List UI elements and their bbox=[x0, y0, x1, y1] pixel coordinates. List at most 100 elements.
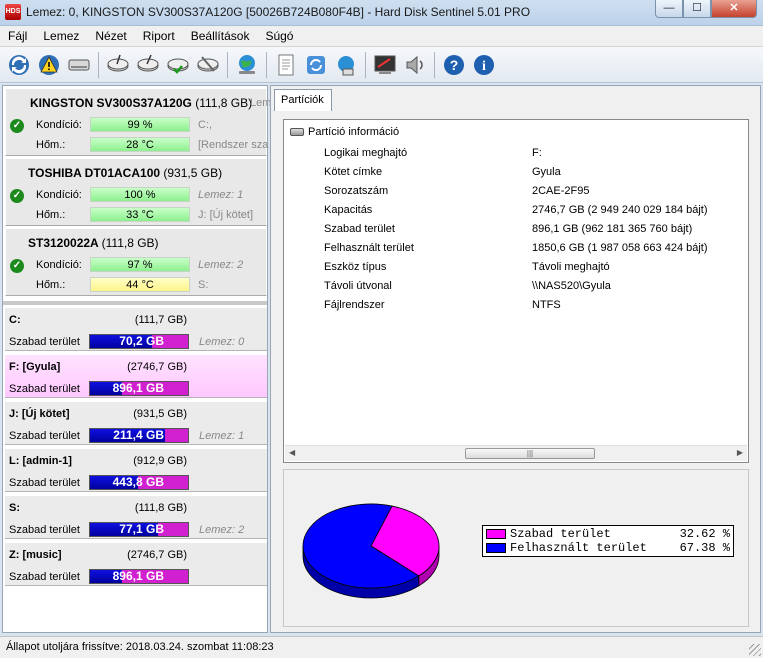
info-row: Távoli útvonal \\NAS520\Gyula bbox=[324, 277, 708, 296]
disk-tool-icon bbox=[197, 55, 219, 72]
svg-text:i: i bbox=[482, 59, 486, 74]
status-bar: Állapot utoljára frissítve: 2018.03.24. … bbox=[0, 636, 763, 658]
window-title: Lemez: 0, KINGSTON SV300S37A120G [50026B… bbox=[26, 5, 531, 19]
disk-card-1[interactable]: TOSHIBA DT01ACA100 (931,5 GB) ✓ Kondíció… bbox=[5, 158, 267, 226]
sync-button[interactable] bbox=[301, 50, 331, 80]
temp-bar: 44 °C bbox=[90, 277, 190, 292]
terminal-button[interactable] bbox=[370, 50, 400, 80]
horizontal-scrollbar[interactable]: ◀ ||| ▶ bbox=[285, 445, 747, 461]
partition-disk: Lemez: 1 bbox=[199, 430, 245, 442]
drive-icon bbox=[290, 128, 304, 136]
network-button[interactable] bbox=[331, 50, 361, 80]
terminal-icon bbox=[374, 55, 396, 74]
partition-name: L: [admin-1] bbox=[9, 455, 72, 467]
details-panel: Partíciók Partíció információ Logikai me… bbox=[270, 85, 761, 633]
menu-file[interactable]: Fájl bbox=[0, 29, 35, 43]
disk-card-2[interactable]: ST3120022A (111,8 GB) ✓ Kondíció: 97 % L… bbox=[5, 228, 267, 296]
partition-card-c[interactable]: C: (111,7 GB) Szabad terület 70,2 GB Lem… bbox=[5, 307, 267, 351]
temp-bar: 33 °C bbox=[90, 207, 190, 222]
legend-item: Felhasznált terület 67.38 % bbox=[486, 541, 730, 555]
status-text: Állapot utoljára frissítve: 2018.03.24. … bbox=[6, 641, 274, 653]
menu-report[interactable]: Riport bbox=[135, 29, 183, 43]
disk-name: KINGSTON SV300S37A120G bbox=[30, 96, 192, 110]
disk-size: (111,8 GB) bbox=[101, 236, 159, 250]
info-value: Távoli meghajtó bbox=[532, 261, 610, 273]
scroll-left-icon[interactable]: ◀ bbox=[289, 448, 295, 457]
disk-size: (931,5 GB) bbox=[163, 166, 223, 180]
health-bar: 100 % bbox=[90, 187, 190, 202]
free-space-bar: 211,4 GB bbox=[89, 428, 189, 443]
close-button[interactable]: ✕ bbox=[711, 0, 757, 18]
info-value: \\NAS520\Gyula bbox=[532, 280, 611, 292]
menu-settings[interactable]: Beállítások bbox=[183, 29, 258, 43]
disk-card-0[interactable]: KINGSTON SV300S37A120G (111,8 GB) Lem ✓ … bbox=[5, 88, 271, 156]
info-row: Kötet címke Gyula bbox=[324, 163, 708, 182]
free-space-bar: 70,2 GB bbox=[89, 334, 189, 349]
info-value: 1850,6 GB (1 987 058 663 424 bájt) bbox=[532, 242, 708, 254]
maximize-button[interactable]: ☐ bbox=[683, 0, 711, 18]
disk-list-panel: KINGSTON SV300S37A120G (111,8 GB) Lem ✓ … bbox=[2, 85, 271, 633]
scroll-right-icon[interactable]: ▶ bbox=[737, 448, 743, 457]
info-key: Fájlrendszer bbox=[324, 299, 385, 311]
help-icon: ? bbox=[444, 54, 464, 75]
disk-ok-icon bbox=[167, 58, 189, 74]
partition-name: F: [Gyula] bbox=[9, 361, 61, 373]
help-button[interactable]: ? bbox=[439, 50, 469, 80]
partition-card-s[interactable]: S: (111,8 GB) Szabad terület 77,1 GB Lem… bbox=[5, 495, 267, 539]
partition-card-l[interactable]: L: [admin-1] (912,9 GB) Szabad terület 4… bbox=[5, 448, 267, 492]
globe-icon bbox=[239, 54, 255, 74]
disk-index: Lemez: 1 bbox=[198, 189, 244, 201]
drive-button[interactable] bbox=[64, 50, 94, 80]
info-key: Kötet címke bbox=[324, 166, 383, 178]
health-bar: 99 % bbox=[90, 117, 190, 132]
info-key: Távoli útvonal bbox=[324, 280, 392, 292]
scroll-thumb[interactable]: ||| bbox=[465, 448, 595, 459]
disk-tool-button[interactable] bbox=[193, 50, 223, 80]
info-row: Kapacitás 2746,7 GB (2 949 240 029 184 bá… bbox=[324, 201, 708, 220]
partition-disk: Lemez: 0 bbox=[199, 336, 245, 348]
panel-divider[interactable] bbox=[3, 301, 267, 305]
disk-partitions: C:, bbox=[198, 119, 213, 131]
partition-card-j[interactable]: J: [Új kötet] (931,5 GB) Szabad terület … bbox=[5, 401, 267, 445]
disk-test-icon bbox=[107, 54, 129, 71]
disk-test-button[interactable] bbox=[103, 50, 133, 80]
partition-card-z[interactable]: Z: [music] (2746,7 GB) Szabad terület 89… bbox=[5, 542, 267, 586]
report-button[interactable] bbox=[271, 50, 301, 80]
toolbar: ? i bbox=[0, 47, 763, 83]
menu-view[interactable]: Nézet bbox=[87, 29, 134, 43]
tab-partitions[interactable]: Partíciók bbox=[274, 89, 332, 111]
info-button[interactable]: i bbox=[469, 50, 499, 80]
info-row: Fájlrendszer NTFS bbox=[324, 296, 708, 315]
refresh-button[interactable] bbox=[4, 50, 34, 80]
info-key: Szabad terület bbox=[324, 223, 395, 235]
minimize-button[interactable]: — bbox=[655, 0, 683, 18]
free-space-bar: 896,1 GB bbox=[89, 381, 189, 396]
free-space-bar: 77,1 GB bbox=[89, 522, 189, 537]
partition-name: S: bbox=[9, 502, 20, 514]
menu-help[interactable]: Súgó bbox=[257, 29, 301, 43]
resize-grip-icon[interactable] bbox=[749, 644, 761, 656]
disk-volume: [Rendszer sza bbox=[198, 139, 269, 151]
disk-volume: J: [Új kötet] bbox=[198, 209, 254, 221]
alert-button[interactable] bbox=[34, 50, 64, 80]
partition-disk: Lemez: 2 bbox=[199, 524, 245, 536]
sound-button[interactable] bbox=[400, 50, 430, 80]
disk-name: TOSHIBA DT01ACA100 bbox=[28, 166, 161, 180]
info-row: Logikai meghajtó F: bbox=[324, 144, 708, 163]
disk-ok-button[interactable] bbox=[163, 50, 193, 80]
chart-legend: Szabad terület 32.62 % Felhasznált terül… bbox=[482, 525, 734, 557]
info-row: Szabad terület 896,1 GB (962 181 365 760 … bbox=[324, 220, 708, 239]
partition-card-f[interactable]: F: [Gyula] (2746,7 GB) Szabad terület 89… bbox=[5, 354, 267, 398]
partition-size: (931,5 GB) bbox=[133, 408, 187, 420]
free-space-bar: 443,8 GB bbox=[89, 475, 189, 490]
temp-label: Hőm.: bbox=[36, 279, 66, 291]
speaker-icon bbox=[406, 55, 423, 74]
partition-size: (111,7 GB) bbox=[134, 314, 187, 326]
info-value: 896,1 GB (962 181 365 760 bájt) bbox=[532, 223, 693, 235]
info-rows: Logikai meghajtó F: Kötet címke Gyula Soroza… bbox=[324, 144, 708, 315]
menu-disk[interactable]: Lemez bbox=[35, 29, 87, 43]
disk-surface-button[interactable] bbox=[133, 50, 163, 80]
free-space-label: Szabad terület bbox=[9, 383, 80, 395]
web-button[interactable] bbox=[232, 50, 262, 80]
temp-label: Hőm.: bbox=[36, 209, 66, 221]
